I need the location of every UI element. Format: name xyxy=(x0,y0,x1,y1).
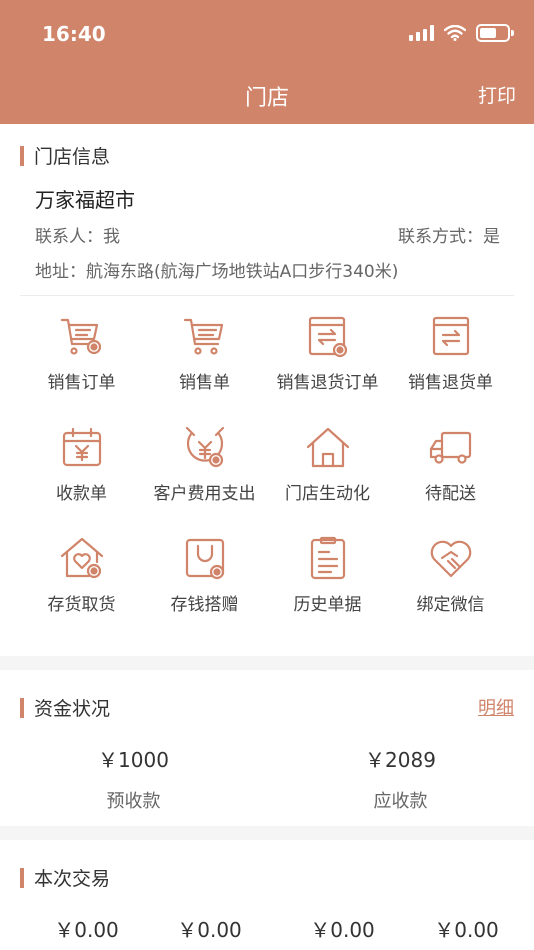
store-info-card: 门店信息 万家福超市 联系人：我 联系方式：是 地址：航海东路(航海广场地铁站A… xyxy=(0,124,534,656)
menu-label: 待配送 xyxy=(425,484,476,504)
print-button[interactable]: 打印 xyxy=(478,81,516,108)
trade-card: 本次交易 ￥0.00 ￥0.00 ￥0.00 ￥0.00 xyxy=(0,840,534,950)
prepaid-value: ￥1000 xyxy=(98,748,169,772)
status-time: 16:40 xyxy=(42,22,106,46)
detail-link[interactable]: 明细 xyxy=(478,694,514,720)
trade-value: ￥0.00 xyxy=(54,918,119,942)
store-address: 地址：航海东路(航海广场地铁站A口步行340米) xyxy=(35,262,399,282)
cart-icon xyxy=(183,318,223,355)
funds-card: 资金状况 明细 ￥1000 预收款 ￥2089 应收款 xyxy=(0,670,534,826)
menu-store-vivid[interactable]: 门店生动化 xyxy=(266,425,389,536)
menu-deposit-gift[interactable]: 存钱搭赠 xyxy=(143,536,266,647)
menu-label: 销售单 xyxy=(179,373,230,393)
menu-receipt[interactable]: 收款单 xyxy=(20,425,143,536)
contact-person: 联系人：我 xyxy=(35,227,120,247)
expense-icon xyxy=(185,426,224,468)
menu-label: 门店生动化 xyxy=(285,484,370,504)
house-icon xyxy=(306,427,349,468)
funds-heading: 资金状况 xyxy=(20,694,110,721)
battery-icon xyxy=(476,24,514,42)
status-icons xyxy=(409,24,514,42)
section-marker xyxy=(20,867,24,888)
signal-icon xyxy=(409,25,434,41)
calendar-yuan-icon xyxy=(62,427,101,467)
trade-heading: 本次交易 xyxy=(20,864,110,891)
section-marker xyxy=(20,697,24,718)
section-title: 门店信息 xyxy=(34,146,111,168)
receivable-label: 应收款 xyxy=(373,791,428,812)
house-heart-icon xyxy=(60,537,103,579)
menu-label: 收款单 xyxy=(56,484,107,504)
trade-value: ￥0.00 xyxy=(310,918,375,942)
menu-bind-wechat[interactable]: 绑定微信 xyxy=(389,536,512,647)
menu-stock-pickup[interactable]: 存货取货 xyxy=(20,536,143,647)
prepaid-block: ￥1000 预收款 xyxy=(0,744,267,813)
heart-hand-icon xyxy=(430,540,471,578)
cart-order-icon xyxy=(60,318,101,355)
menu-pending-delivery[interactable]: 待配送 xyxy=(389,425,512,536)
truck-icon xyxy=(429,431,471,464)
divider xyxy=(20,295,514,296)
menu-return-order[interactable]: 销售退货订单 xyxy=(266,314,389,425)
trade-value: ￥0.00 xyxy=(434,918,499,942)
menu-sales-order[interactable]: 销售订单 xyxy=(20,314,143,425)
function-grid: 销售订单 销售单 销售退货订单 销售退货单 收款单 客户费用支出 门店生动化 待… xyxy=(0,314,534,647)
store-name: 万家福超市 xyxy=(35,188,135,212)
menu-history-docs[interactable]: 历史单据 xyxy=(266,536,389,647)
trade-value: ￥0.00 xyxy=(177,918,242,942)
menu-label: 存货取货 xyxy=(47,595,116,615)
menu-label: 销售退货订单 xyxy=(276,373,379,393)
menu-label: 销售退货单 xyxy=(408,373,493,393)
return-icon xyxy=(432,316,469,356)
receivable-value: ￥2089 xyxy=(365,748,436,772)
menu-label: 绑定微信 xyxy=(416,595,485,615)
menu-label: 销售订单 xyxy=(47,373,116,393)
bag-icon xyxy=(185,538,224,580)
menu-label: 存钱搭赠 xyxy=(170,595,239,615)
section-title: 资金状况 xyxy=(34,698,111,720)
menu-label: 客户费用支出 xyxy=(153,484,256,504)
wifi-icon xyxy=(444,25,466,41)
menu-label: 历史单据 xyxy=(293,595,362,615)
document-icon xyxy=(310,536,345,580)
section-title: 本次交易 xyxy=(34,868,111,890)
app-header: 16:40 门店 打印 xyxy=(0,0,534,124)
section-marker xyxy=(20,145,24,166)
receivable-block: ￥2089 应收款 xyxy=(267,744,534,813)
return-order-icon xyxy=(308,316,347,358)
menu-return-slip[interactable]: 销售退货单 xyxy=(389,314,512,425)
contact-way: 联系方式：是 xyxy=(398,227,500,247)
menu-sales-slip[interactable]: 销售单 xyxy=(143,314,266,425)
menu-customer-expense[interactable]: 客户费用支出 xyxy=(143,425,266,536)
page-title: 门店 xyxy=(244,86,289,111)
store-info-heading: 门店信息 xyxy=(20,142,110,169)
prepaid-label: 预收款 xyxy=(106,791,161,812)
